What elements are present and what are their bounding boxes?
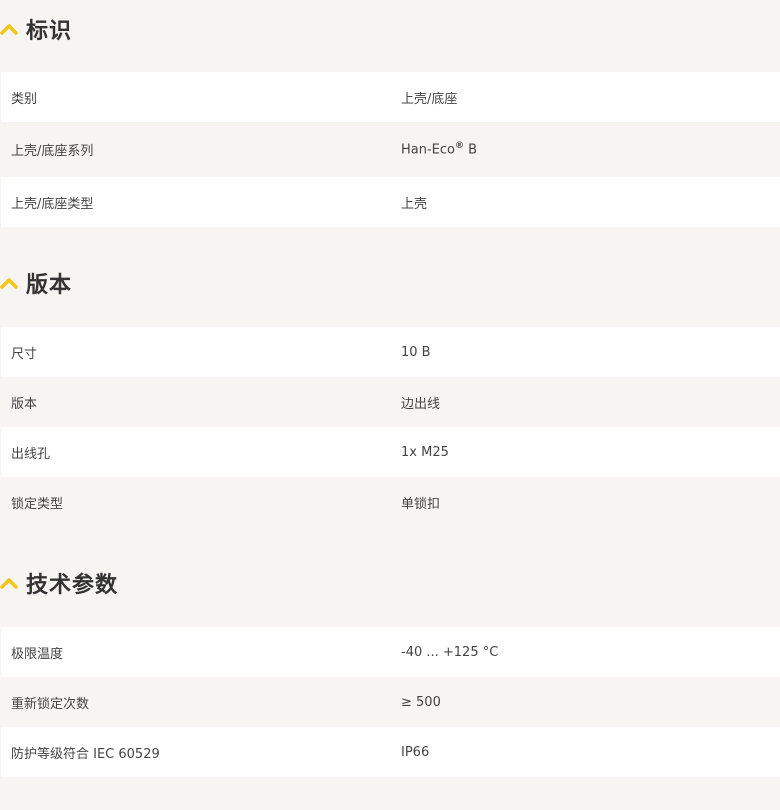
row-value: 单锁扣: [401, 496, 441, 512]
row-value: ≥ 500: [401, 694, 441, 710]
spec-table: 类别 上壳/底座 上壳/底座系列 Han-Eco® B 上壳/底座类型 上壳: [1, 72, 780, 227]
section-header-version[interactable]: 版本: [0, 253, 780, 313]
section-identification: 标识 类别 上壳/底座 上壳/底座系列 Han-Eco® B 上壳/底座类型 上…: [0, 0, 780, 227]
section-title: 版本: [26, 273, 73, 298]
table-row: 类别 上壳/底座: [1, 72, 780, 122]
section-version: 版本 尺寸 10 B 版本 边出线 出线孔 1x M25 锁定类型 单锁扣: [0, 227, 780, 527]
table-row: 尺寸 10 B: [1, 327, 780, 377]
registered-mark: ®: [455, 141, 464, 152]
row-value: IP66: [401, 744, 430, 760]
table-row: 版本 边出线: [1, 377, 780, 427]
row-value: 上壳/底座: [401, 91, 458, 107]
row-label: 极限温度: [11, 646, 64, 662]
spec-table: 极限温度 -40 ... +125 °C 重新锁定次数 ≥ 500 防护等级符合…: [1, 627, 780, 777]
chevron-up-icon: [0, 578, 18, 589]
row-value: Han-Eco® B: [401, 141, 780, 157]
row-value: 边出线: [401, 396, 441, 412]
row-value: 10 B: [401, 344, 431, 360]
chevron-up-icon: [0, 24, 18, 35]
table-row: 出线孔 1x M25: [1, 427, 780, 477]
row-label: 类别: [11, 91, 38, 107]
table-row: 重新锁定次数 ≥ 500: [1, 677, 780, 727]
table-row: 上壳/底座类型 上壳: [1, 177, 780, 227]
value-text: Han-Eco: [401, 142, 455, 158]
row-value: 1x M25: [401, 444, 449, 460]
spec-table: 尺寸 10 B 版本 边出线 出线孔 1x M25 锁定类型 单锁扣: [1, 327, 780, 527]
section-header-identification[interactable]: 标识: [0, 0, 780, 60]
row-label: 版本: [11, 396, 38, 412]
section-technical-parameters: 技术参数 极限温度 -40 ... +125 °C 重新锁定次数 ≥ 500 防…: [0, 527, 780, 777]
table-row: 极限温度 -40 ... +125 °C: [1, 627, 780, 677]
table-row: 防护等级符合 IEC 60529 IP66: [1, 727, 780, 777]
row-label: 出线孔: [11, 446, 51, 462]
section-title: 技术参数: [26, 573, 119, 598]
row-label: 尺寸: [11, 346, 38, 362]
section-title: 标识: [26, 19, 73, 44]
row-label: 重新锁定次数: [11, 696, 90, 712]
row-label: 上壳/底座系列: [11, 144, 94, 159]
chevron-up-icon: [0, 278, 18, 289]
row-value: 上壳: [401, 196, 428, 212]
table-row: 上壳/底座系列 Han-Eco® B: [1, 122, 780, 177]
table-row: 锁定类型 单锁扣: [1, 477, 780, 527]
value-suffix: B: [464, 142, 478, 158]
row-label: 防护等级符合 IEC 60529: [11, 746, 160, 762]
row-label: 锁定类型: [11, 496, 64, 512]
row-value: -40 ... +125 °C: [401, 644, 499, 660]
section-header-technical[interactable]: 技术参数: [0, 553, 780, 613]
row-label: 上壳/底座类型: [11, 196, 94, 212]
